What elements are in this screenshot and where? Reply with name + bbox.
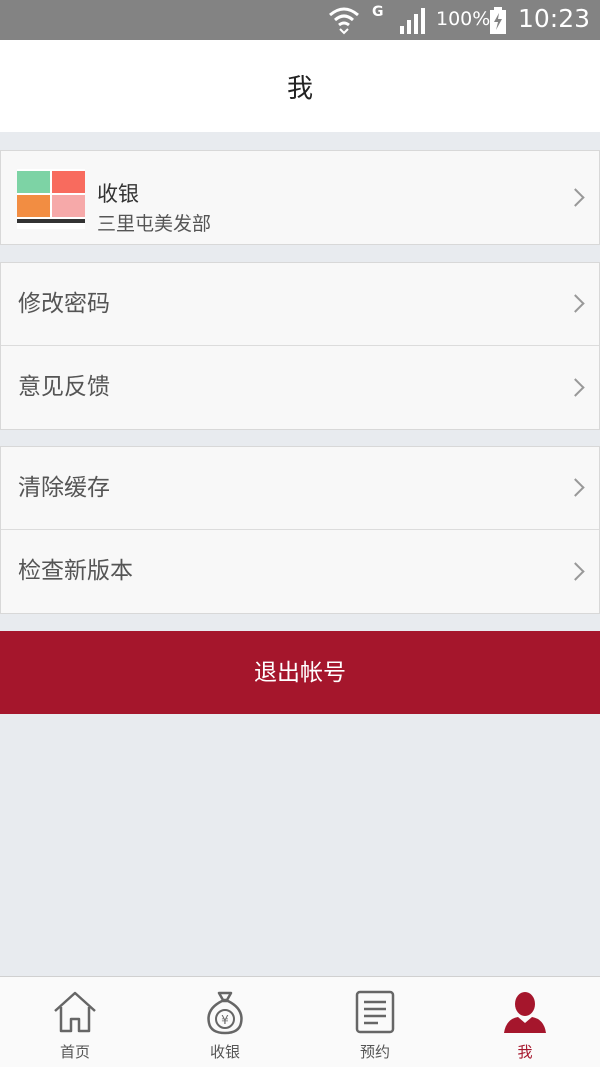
signal-icon xyxy=(400,8,425,34)
feedback-label: 意见反馈 xyxy=(18,374,110,400)
store-thumbnail xyxy=(17,169,85,229)
network-type: G xyxy=(372,4,384,20)
tab-me-label: 我 xyxy=(517,1043,533,1061)
change-password-label: 修改密码 xyxy=(18,291,110,317)
feedback-row[interactable]: 意见反馈 xyxy=(1,346,599,429)
store-row[interactable]: 收银 三里屯美发部 xyxy=(1,151,599,244)
app-group: 清除缓存 检查新版本 xyxy=(0,446,600,614)
account-group: 修改密码 意见反馈 xyxy=(0,262,600,430)
tab-home[interactable]: 首页 xyxy=(0,977,150,1067)
bottom-tab-bar: 首页 ¥ 收银 预约 我 xyxy=(0,976,600,1067)
chevron-right-icon xyxy=(566,187,585,207)
home-icon xyxy=(54,991,96,1033)
clear-cache-label: 清除缓存 xyxy=(18,475,110,501)
wifi-icon xyxy=(329,7,359,35)
battery-percent: 100% xyxy=(436,8,491,30)
chevron-right-icon xyxy=(566,478,585,497)
person-icon xyxy=(504,992,546,1033)
tab-cashier-label: 收银 xyxy=(209,1043,240,1061)
clear-cache-row[interactable]: 清除缓存 xyxy=(1,447,599,530)
status-bar: G 100% 10:23 xyxy=(0,0,600,40)
page-title: 我 xyxy=(286,74,313,104)
store-subtitle: 三里屯美发部 xyxy=(97,213,212,235)
tab-booking-label: 预约 xyxy=(359,1043,390,1061)
battery-charging-icon xyxy=(490,7,506,34)
store-name: 收银 xyxy=(97,182,139,206)
document-icon xyxy=(355,990,395,1034)
store-group: 收银 三里屯美发部 xyxy=(0,150,600,245)
tab-home-label: 首页 xyxy=(59,1043,90,1061)
change-password-row[interactable]: 修改密码 xyxy=(1,263,599,346)
money-bag-icon: ¥ xyxy=(207,991,243,1035)
check-update-label: 检查新版本 xyxy=(18,558,133,584)
title-bar: 我 xyxy=(0,40,600,132)
tab-booking[interactable]: 预约 xyxy=(300,977,450,1067)
chevron-right-icon xyxy=(566,294,585,313)
tab-me[interactable]: 我 xyxy=(450,977,600,1067)
tab-cashier[interactable]: ¥ 收银 xyxy=(150,977,300,1067)
logout-button[interactable]: 退出帐号 xyxy=(0,631,600,714)
chevron-right-icon xyxy=(566,561,585,581)
check-update-row[interactable]: 检查新版本 xyxy=(1,530,599,613)
chevron-right-icon xyxy=(566,377,585,397)
clock: 10:23 xyxy=(518,4,591,33)
svg-text:¥: ¥ xyxy=(221,1013,229,1027)
